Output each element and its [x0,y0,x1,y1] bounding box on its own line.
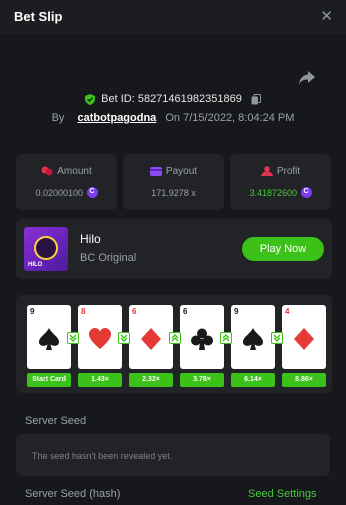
verified-shield-icon [85,93,96,105]
profit-icon [260,166,273,177]
bet-id-value: 58271461982351869 [137,93,242,106]
playing-card: 6 [180,305,224,369]
wallet-icon [149,167,162,177]
lower-arrow-icon [271,332,283,344]
playing-card: 6 [129,305,173,369]
payout-stat: Payout 171.9278 x [123,154,224,210]
card-multiplier: 8.86× [282,373,326,387]
playing-card: 8 [78,305,122,369]
diamond-suit-icon [294,328,314,350]
amount-value: 0.02000100 [35,188,84,198]
game-name: Hilo [80,232,101,246]
currency-icon [300,187,312,199]
modal-title: Bet Slip [14,9,63,24]
card-rank: 9 [30,307,35,316]
close-icon[interactable]: ✕ [320,7,333,25]
play-now-button[interactable]: Play Now [242,237,324,261]
bet-id-label: Bet ID: [101,93,135,106]
currency-icon [86,187,98,199]
cards-history: 9 Start Card 8 1.43× 6 2.32× 6 3.78× 9 6.14× 4 8.86… [16,295,332,393]
lower-arrow-icon [118,332,130,344]
club-suit-icon [191,328,213,350]
card-rank: 6 [132,307,137,316]
server-seed-hash-label: Server Seed (hash) [25,488,121,500]
playing-card: 9 [27,305,71,369]
spade-suit-icon [243,328,263,350]
profit-label: Profit [276,166,301,177]
by-label: By [51,112,65,124]
card-multiplier: 2.32× [129,373,173,387]
card-multiplier: Start Card [27,373,71,387]
playing-card: 4 [282,305,326,369]
card-rank: 4 [285,307,290,316]
card-rank: 8 [81,307,86,316]
hilo-game-thumbnail[interactable]: HILO [24,227,68,271]
server-seed-box: The seed hasn't been revealed yet. [16,434,330,476]
card-rank: 9 [234,307,239,316]
profit-stat: Profit 3.41872600 [230,154,331,210]
card-rank: 6 [183,307,188,316]
seed-settings-link[interactable]: Seed Settings [248,488,317,500]
higher-arrow-icon [220,332,232,344]
bet-stats: Amount 0.02000100 Payout 171.9278 x Prof… [16,154,332,210]
card-multiplier: 1.43× [78,373,122,387]
coins-icon [41,166,53,176]
payout-value: 171.9278 x [151,188,196,198]
spade-suit-icon [39,328,59,350]
card-multiplier: 6.14× [231,373,275,387]
payout-label: Payout [165,166,198,177]
higher-arrow-icon [169,332,181,344]
copy-icon[interactable] [251,93,261,105]
server-seed-label: Server Seed [25,415,87,427]
amount-label: Amount [57,166,92,177]
amount-stat: Amount 0.02000100 [16,154,117,210]
bet-datetime: 7/15/2022, 8:04:24 PM [183,112,295,124]
server-seed-text: The seed hasn't been revealed yet. [32,451,173,461]
heart-suit-icon [89,328,111,349]
bet-id-row: Bet ID: 58271461982351869 [0,93,346,105]
card-multiplier: 3.78× [180,373,224,387]
playing-card: 9 [231,305,275,369]
on-label: On [165,112,181,124]
thumbnail-logo-text: HILO [28,262,43,268]
game-card: HILO Hilo BC Original Play Now [16,219,332,279]
profit-value: 3.41872600 [249,188,298,198]
bet-slip-header: Bet Slip ✕ [0,0,346,34]
diamond-suit-icon [141,328,161,350]
bet-author-row: By catbotpagodna On 7/15/2022, 8:04:24 P… [0,112,346,124]
username-link[interactable]: catbotpagodna [77,112,156,124]
game-subtitle: BC Original [80,252,137,264]
lower-arrow-icon [67,332,79,344]
share-icon[interactable] [298,70,316,86]
